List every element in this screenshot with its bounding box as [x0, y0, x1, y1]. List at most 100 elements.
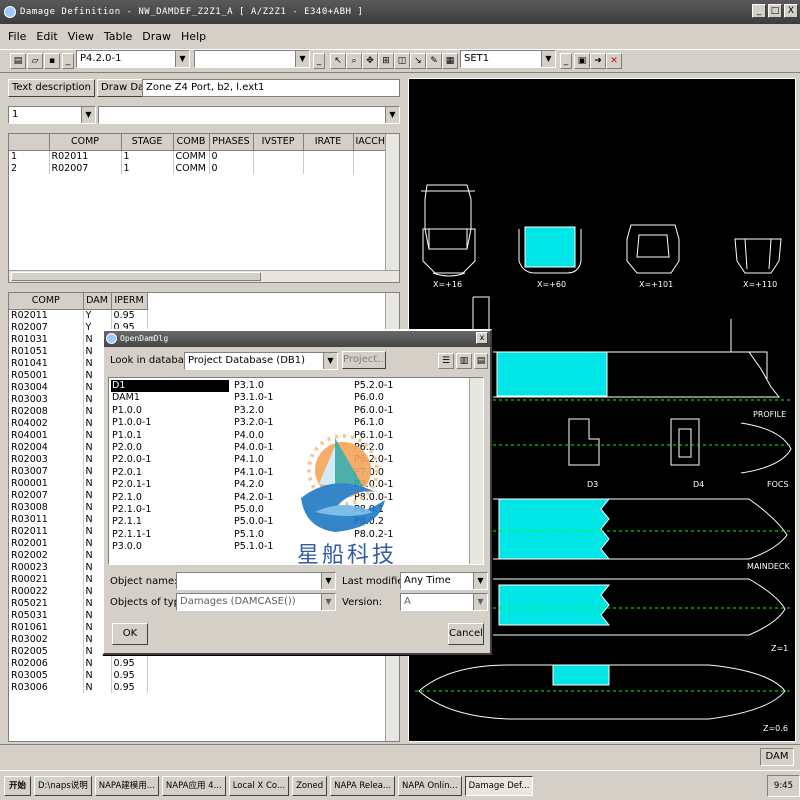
pointer-icon[interactable]: ↖ [330, 53, 346, 69]
table-cell[interactable]: R02002 [9, 549, 84, 561]
table-cell[interactable]: R00001 [9, 477, 84, 489]
table-cell[interactable] [253, 150, 304, 162]
list-item[interactable]: P5.0.0 [233, 504, 273, 516]
list-item[interactable]: D1 [111, 380, 229, 393]
chevron-down-icon[interactable]: ▼ [473, 573, 487, 589]
objects-type-select[interactable]: Damages (DAMCASE()) ▼ [176, 593, 336, 611]
last-modified-select[interactable]: Any Time ▼ [400, 572, 488, 590]
table-row[interactable]: R02006 N 0.95 [9, 657, 148, 669]
chevron-down-icon[interactable]: ▼ [473, 594, 487, 610]
deck-sections[interactable] [568, 418, 792, 474]
table-cell[interactable]: N [83, 681, 112, 693]
table-row[interactable]: 2 R02007 1 COMM 0 [9, 162, 389, 174]
list-item[interactable]: P2.0.1-1 [111, 479, 229, 491]
scroll-view-icon[interactable]: ▤ [474, 353, 488, 369]
object-name-input[interactable]: ▼ [176, 572, 336, 590]
list-item[interactable]: P1.0.0 [111, 405, 229, 417]
expression-field[interactable]: ▼ [98, 106, 400, 124]
table-cell[interactable]: N [83, 657, 112, 669]
column-header[interactable]: IRATE [303, 134, 354, 151]
table-cell[interactable] [303, 162, 354, 174]
table-cell[interactable]: R02005 [9, 645, 84, 657]
cancel-button[interactable]: Cancel [448, 623, 484, 645]
table-row[interactable]: R03006 N 0.95 [9, 681, 148, 693]
project-button[interactable]: Project... [342, 351, 387, 369]
table-cell[interactable]: COMM [173, 162, 210, 174]
list-item[interactable]: P3.2.0 [233, 405, 273, 417]
maximize-button[interactable]: □ [768, 4, 782, 18]
table-cell[interactable]: R04002 [9, 417, 84, 429]
section-x60[interactable] [518, 226, 582, 274]
taskbar-item[interactable]: NAPA Relea... [330, 775, 396, 796]
table-icon[interactable]: ▣ [574, 53, 590, 69]
taskbar-item[interactable]: NAPA建模用... [94, 775, 159, 796]
zone-description[interactable]: Zone Z4 Port, b2, l.ext1 [142, 79, 400, 97]
menu-help[interactable]: Help [181, 30, 206, 43]
zoom-icon[interactable]: ⌕ [346, 53, 362, 69]
z06-plan[interactable] [418, 664, 786, 720]
export-icon[interactable]: ➜ [590, 53, 606, 69]
list-item[interactable]: P2.1.1 [111, 516, 229, 528]
list-view-icon[interactable]: ☰ [438, 353, 454, 369]
list-item[interactable]: P6.0.0 [353, 392, 393, 404]
taskbar-item-active[interactable]: Damage Def... [464, 775, 534, 796]
table-cell[interactable]: R02006 [9, 657, 84, 669]
vertical-scrollbar[interactable] [385, 134, 399, 270]
list-item[interactable]: P3.2.0-1 [233, 417, 273, 429]
table-cell[interactable]: R02001 [9, 537, 84, 549]
column-header[interactable]: COMB [173, 134, 210, 151]
save-icon[interactable]: ▪ [44, 53, 60, 69]
ok-button[interactable]: OK [112, 623, 148, 645]
chevron-down-icon[interactable]: ▼ [295, 51, 309, 67]
table-cell[interactable]: COMM [173, 150, 210, 162]
column-header[interactable]: COMP [9, 293, 84, 310]
table-cell[interactable] [353, 162, 389, 174]
minimize-button[interactable]: _ [752, 4, 766, 18]
table-cell[interactable]: R00023 [9, 561, 84, 573]
table-cell[interactable]: 0.95 [111, 669, 148, 681]
list-item[interactable]: P4.0.0-1 [233, 442, 273, 454]
detail-view-icon[interactable]: ▥ [456, 353, 472, 369]
table-cell[interactable]: R02007 [49, 162, 122, 174]
dialog-close-button[interactable]: x [476, 332, 488, 344]
delete-icon[interactable]: ✕ [606, 53, 622, 69]
list-item[interactable]: P4.1.0-1 [233, 467, 273, 479]
list-item[interactable]: P2.1.0 [111, 492, 229, 504]
menu-table[interactable]: Table [104, 30, 132, 43]
menu-draw[interactable]: Draw [142, 30, 171, 43]
object-list[interactable]: D1 DAM1 P1.0.0 P1.0.0-1 P1.0.1 P2.0.0 P2.0.0-1… [108, 377, 484, 568]
list-item[interactable]: P5.1.0-1 [233, 541, 273, 553]
pencil-icon[interactable]: ✎ [426, 53, 442, 69]
text-description-button[interactable]: Text description [8, 79, 96, 97]
pick-icon[interactable]: ↘ [410, 53, 426, 69]
list-item[interactable]: P5.2.0-1 [353, 380, 393, 392]
section-x16[interactable] [421, 184, 476, 277]
table-cell[interactable]: 0 [209, 162, 254, 174]
table-cell[interactable]: R02011 [49, 150, 122, 162]
taskbar-item[interactable]: NAPA Onlin... [398, 775, 462, 796]
table-cell[interactable]: R03011 [9, 513, 84, 525]
menu-file[interactable]: File [8, 30, 26, 43]
table-cell[interactable]: 0.95 [111, 657, 148, 669]
list-item[interactable]: P2.0.0 [111, 442, 229, 454]
horizontal-scrollbar[interactable] [9, 270, 399, 282]
table-cell[interactable]: 0.95 [111, 309, 148, 321]
list-item[interactable]: P5.1.0 [233, 529, 273, 541]
chevron-down-icon[interactable]: ▼ [323, 353, 337, 369]
table-cell[interactable]: R00021 [9, 573, 84, 585]
section-x101[interactable] [626, 224, 680, 274]
table-cell[interactable]: R02003 [9, 453, 84, 465]
list-item[interactable]: DAM1 [111, 392, 229, 404]
column-header[interactable]: IVSTEP [253, 134, 304, 151]
table-cell[interactable]: R01061 [9, 621, 84, 633]
table-cell[interactable]: R02011 [9, 525, 84, 537]
chevron-down-icon[interactable]: ▼ [81, 107, 95, 123]
scrollbar-thumb[interactable] [11, 272, 261, 281]
table-cell[interactable]: R02007 [9, 321, 84, 333]
table-cell[interactable]: R03003 [9, 393, 84, 405]
table-cell[interactable]: R03002 [9, 633, 84, 645]
table-cell[interactable]: R00022 [9, 585, 84, 597]
table-cell[interactable]: R03004 [9, 381, 84, 393]
vertical-scrollbar[interactable] [469, 378, 483, 564]
properties-icon[interactable]: ▦ [442, 53, 458, 69]
